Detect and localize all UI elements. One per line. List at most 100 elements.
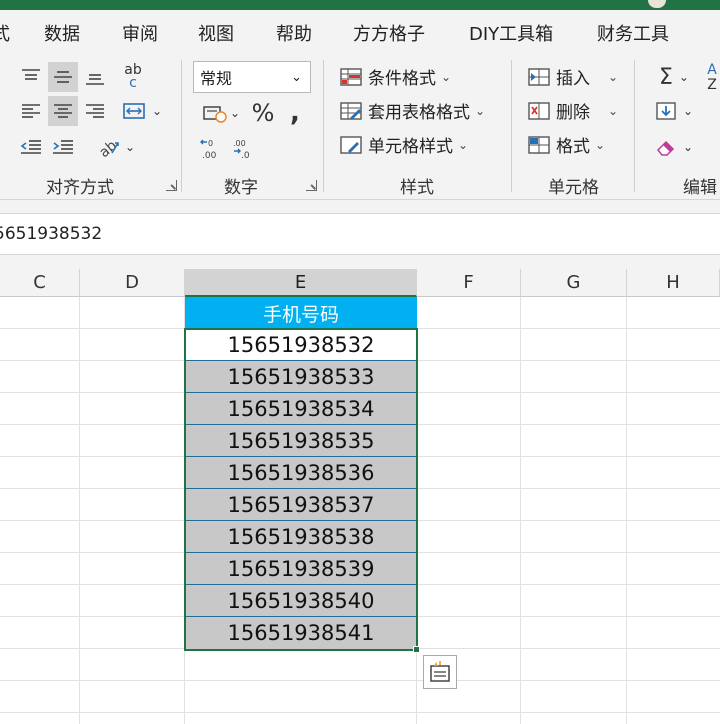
phone-cell[interactable]: 15651938537 bbox=[185, 489, 417, 521]
tab-formulas[interactable]: 式 bbox=[0, 20, 10, 46]
column-header-c[interactable]: C bbox=[0, 269, 80, 297]
grid-vline bbox=[79, 297, 80, 724]
increase-decimal-icon[interactable]: 0.00 bbox=[196, 134, 226, 164]
clear-chevron-icon: ⌄ bbox=[682, 140, 694, 154]
tab-view[interactable]: 视图 bbox=[198, 20, 234, 46]
svg-text:ab: ab bbox=[97, 137, 120, 157]
group-label-editing: 编辑 bbox=[683, 178, 717, 198]
percent-style-button[interactable]: % bbox=[248, 96, 278, 130]
format-as-table-icon bbox=[340, 101, 362, 120]
decrease-decimal-icon[interactable]: .00.0 bbox=[228, 134, 258, 164]
phone-cell[interactable]: 15651938536 bbox=[185, 457, 417, 489]
align-middle-icon[interactable] bbox=[48, 62, 78, 92]
group-separator bbox=[511, 60, 512, 192]
phone-cell[interactable]: 15651938532 bbox=[185, 329, 417, 361]
quick-analysis-button[interactable] bbox=[423, 655, 457, 689]
table-header-cell[interactable]: 手机号码 bbox=[185, 297, 417, 329]
svg-text:.00: .00 bbox=[233, 139, 246, 148]
insert-cells-button[interactable]: 插入 ⌄ bbox=[528, 64, 618, 89]
conditional-formatting-button[interactable]: 条件格式 ⌄ bbox=[340, 64, 451, 89]
phone-cell[interactable]: 15651938541 bbox=[185, 617, 417, 649]
group-separator bbox=[181, 60, 182, 192]
orientation-chevron-icon: ⌄ bbox=[124, 140, 136, 154]
tab-diy-toolbox[interactable]: DIY工具箱 bbox=[469, 20, 553, 46]
format-as-table-button[interactable]: 套用表格格式 ⌄ bbox=[340, 98, 485, 123]
ribbon-tab-bar: 式 数据 审阅 视图 帮助 方方格子 DIY工具箱 财务工具 bbox=[0, 0, 720, 52]
svg-text:.00: .00 bbox=[202, 151, 217, 161]
svg-text:.0: .0 bbox=[241, 151, 250, 161]
grid-hline bbox=[0, 712, 720, 713]
conditional-formatting-chevron-icon: ⌄ bbox=[441, 69, 452, 84]
column-header-h[interactable]: H bbox=[627, 269, 720, 297]
fill-down-icon bbox=[656, 102, 676, 120]
align-center-icon[interactable] bbox=[48, 96, 78, 126]
sigma-icon: Σ bbox=[659, 64, 673, 90]
merge-center-icon[interactable]: ⌄ bbox=[116, 96, 168, 126]
align-left-icon[interactable] bbox=[16, 96, 46, 126]
format-as-table-chevron-icon: ⌄ bbox=[475, 103, 486, 118]
group-label-styles: 样式 bbox=[400, 178, 434, 198]
insert-cells-icon bbox=[528, 67, 550, 86]
number-format-chevron-icon: ⌄ bbox=[291, 69, 302, 85]
ribbon: ab c ⌄ ab ⌄ 对齐方式 常规 ⌄ ⌄ % , 0.00 .00 .0 … bbox=[0, 52, 720, 200]
decrease-indent-icon[interactable] bbox=[16, 132, 46, 162]
alignment-dialog-launcher-icon[interactable] bbox=[166, 180, 177, 191]
group-label-alignment: 对齐方式 bbox=[46, 178, 114, 198]
wrap-text-icon[interactable]: ab c bbox=[116, 60, 150, 94]
accounting-chevron-icon: ⌄ bbox=[229, 106, 241, 120]
column-header-d[interactable]: D bbox=[80, 269, 185, 297]
conditional-formatting-icon bbox=[340, 67, 362, 86]
format-cells-button[interactable]: 格式 ⌄ bbox=[528, 132, 605, 157]
formula-bar-value: 5651938532 bbox=[0, 224, 103, 244]
comma-style-button[interactable]: , bbox=[282, 96, 308, 130]
phone-cell[interactable]: 15651938534 bbox=[185, 393, 417, 425]
delete-chevron-icon: ⌄ bbox=[608, 103, 619, 118]
text-orientation-icon[interactable]: ab ⌄ bbox=[92, 132, 140, 162]
fill-button[interactable]: ⌄ bbox=[650, 96, 698, 126]
column-header-e[interactable]: E bbox=[185, 269, 417, 297]
format-cells-icon bbox=[528, 135, 550, 154]
align-bottom-icon[interactable] bbox=[80, 62, 110, 92]
svg-text:0: 0 bbox=[208, 139, 213, 148]
group-separator bbox=[634, 60, 635, 192]
tab-help[interactable]: 帮助 bbox=[276, 20, 312, 46]
group-label-number: 数字 bbox=[224, 178, 258, 198]
phone-cell[interactable]: 15651938538 bbox=[185, 521, 417, 553]
formula-bar-gap bbox=[0, 255, 720, 269]
cell-styles-button[interactable]: 单元格样式 ⌄ bbox=[340, 132, 468, 157]
delete-cells-button[interactable]: 删除 ⌄ bbox=[528, 98, 618, 123]
autosum-button[interactable]: Σ ⌄ bbox=[650, 62, 698, 92]
fill-chevron-icon: ⌄ bbox=[682, 104, 694, 118]
format-cells-chevron-icon: ⌄ bbox=[595, 137, 606, 152]
sort-filter-icon[interactable]: A Z bbox=[702, 60, 720, 96]
grid-vline bbox=[520, 297, 521, 724]
number-format-select[interactable]: 常规 ⌄ bbox=[193, 61, 311, 93]
tab-review[interactable]: 审阅 bbox=[122, 20, 158, 46]
number-dialog-launcher-icon[interactable] bbox=[306, 180, 317, 191]
fill-handle[interactable] bbox=[413, 646, 420, 653]
increase-indent-icon[interactable] bbox=[48, 132, 78, 162]
ribbon-bottom-gap bbox=[0, 200, 720, 213]
phone-cell[interactable]: 15651938539 bbox=[185, 553, 417, 585]
phone-cell[interactable]: 15651938540 bbox=[185, 585, 417, 617]
accounting-format-icon[interactable]: ⌄ bbox=[196, 98, 246, 128]
phone-cell[interactable]: 15651938533 bbox=[185, 361, 417, 393]
tab-finance-tools[interactable]: 财务工具 bbox=[597, 20, 669, 46]
group-label-cells: 单元格 bbox=[548, 178, 599, 198]
phone-cell[interactable]: 15651938535 bbox=[185, 425, 417, 457]
insert-chevron-icon: ⌄ bbox=[608, 69, 619, 84]
grid-vline bbox=[626, 297, 627, 724]
cell-styles-chevron-icon: ⌄ bbox=[458, 137, 469, 152]
align-top-icon[interactable] bbox=[16, 62, 46, 92]
column-header-g[interactable]: G bbox=[521, 269, 627, 297]
cell-styles-icon bbox=[340, 135, 362, 154]
title-bar-strip bbox=[0, 0, 720, 10]
grid-hline bbox=[0, 680, 720, 681]
tab-fangfang[interactable]: 方方格子 bbox=[353, 20, 425, 46]
formula-bar[interactable]: 5651938532 bbox=[0, 213, 720, 255]
column-header-f[interactable]: F bbox=[417, 269, 521, 297]
tab-data[interactable]: 数据 bbox=[44, 20, 80, 46]
merge-chevron-icon: ⌄ bbox=[151, 104, 163, 118]
clear-button[interactable]: ⌄ bbox=[650, 132, 698, 162]
align-right-icon[interactable] bbox=[80, 96, 110, 126]
